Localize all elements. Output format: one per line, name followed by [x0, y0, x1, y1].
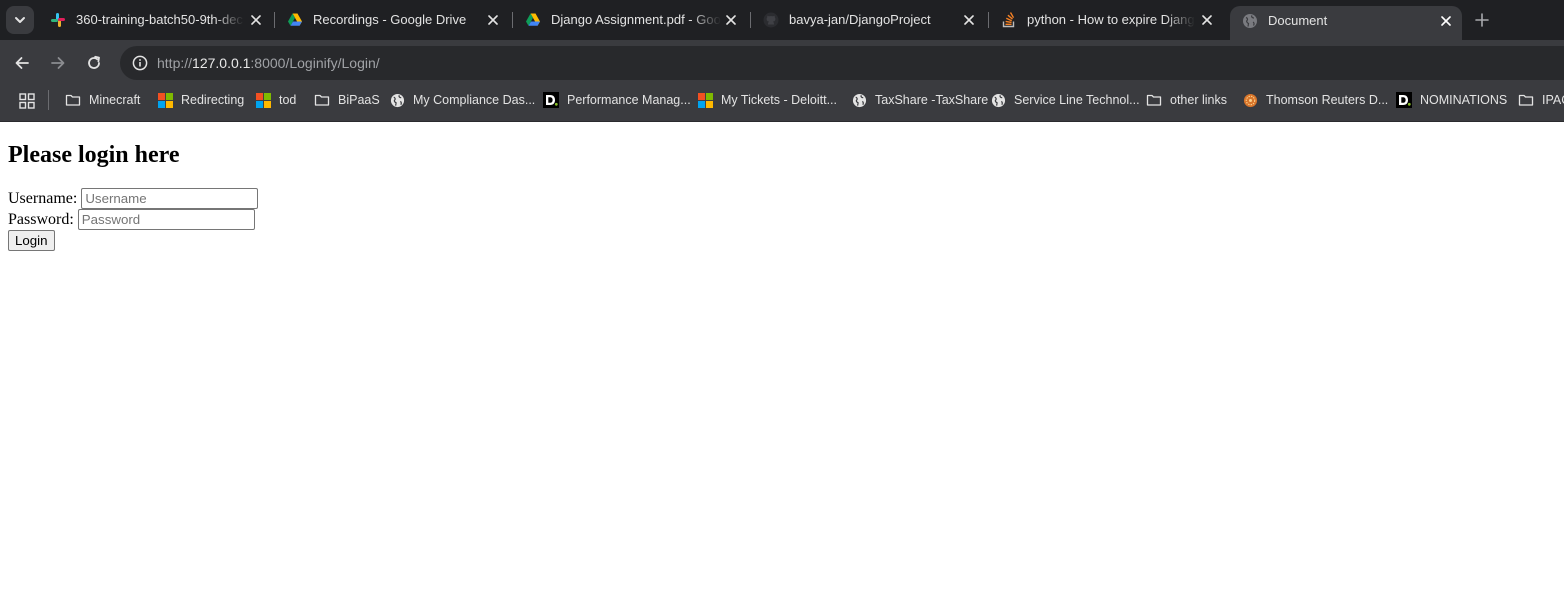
bookmark-label: BiPaaS	[338, 93, 380, 107]
globe-icon	[851, 92, 867, 108]
thomson-reuters-icon	[1242, 92, 1258, 108]
tab-title: Recordings - Google Drive	[313, 12, 467, 27]
github-icon	[763, 12, 779, 28]
page-content: Please login here Username: Password: Lo…	[0, 122, 1564, 610]
bookmark-label: Performance Manag...	[567, 93, 691, 107]
url-scheme: http://	[157, 55, 193, 71]
bookmark-taxshare[interactable]: TaxShare -TaxShare	[851, 86, 988, 114]
globe-icon	[990, 92, 1006, 108]
reload-icon	[88, 55, 100, 69]
folder-icon	[65, 92, 81, 108]
tab-title: Django Assignment.pdf - Google	[551, 12, 721, 27]
bookmark-label: other links	[1170, 93, 1227, 107]
deloitte-icon	[543, 92, 559, 108]
bookmark-nominations[interactable]: NOMINATIONS	[1396, 86, 1507, 114]
tab-title: 360-training-batch50-9th-dec-2	[76, 12, 244, 27]
arrow-right-icon	[51, 57, 65, 69]
bookmark-label: Minecraft	[89, 93, 141, 107]
deloitte-icon	[1396, 92, 1412, 108]
tab-title: python - How to expire Django	[1027, 12, 1195, 27]
globe-icon	[1243, 14, 1257, 28]
page-title: Please login here	[8, 142, 180, 168]
bookmark-bipaas[interactable]: BiPaaS	[314, 86, 380, 114]
username-row: Username:	[8, 188, 259, 209]
tab-title: bavya-jan/DjangoProject	[789, 12, 931, 27]
bookmark-minecraft[interactable]: Minecraft	[65, 86, 140, 114]
microsoft-icon	[157, 92, 173, 108]
folder-icon	[314, 92, 330, 108]
close-icon[interactable]	[723, 12, 739, 28]
microsoft-icon	[697, 92, 713, 108]
tab-search-button[interactable]	[6, 6, 34, 34]
login-button[interactable]: Login	[8, 230, 55, 251]
tab-stackoverflow[interactable]: python - How to expire Django	[989, 0, 1225, 40]
username-input[interactable]	[81, 188, 259, 209]
tab-django-assignment[interactable]: Django Assignment.pdf - Google	[513, 0, 749, 40]
close-icon[interactable]	[248, 12, 264, 28]
site-info-button[interactable]	[128, 51, 152, 75]
tab-github[interactable]: bavya-jan/DjangoProject	[751, 0, 987, 40]
password-label: Password:	[8, 210, 74, 228]
close-icon[interactable]	[1438, 13, 1454, 29]
bookmark-ipac[interactable]: IPAC	[1518, 86, 1564, 114]
slack-icon	[51, 13, 65, 27]
info-icon	[132, 55, 148, 71]
bookmark-my-tickets[interactable]: My Tickets - Deloitt...	[697, 86, 837, 114]
tab-slack[interactable]: 360-training-batch50-9th-dec-2	[38, 0, 274, 40]
bookmarks-divider	[48, 90, 49, 110]
back-button[interactable]	[10, 51, 34, 75]
bookmark-label: NOMINATIONS	[1420, 93, 1508, 107]
apps-grid-icon[interactable]	[19, 93, 35, 109]
globe-icon	[389, 92, 405, 108]
bookmarks-bar: Minecraft Redirecting tod BiPaaS My Comp…	[0, 86, 1564, 122]
username-label: Username:	[8, 189, 78, 207]
bookmark-label: Redirecting	[181, 93, 245, 107]
close-icon[interactable]	[961, 12, 977, 28]
bookmark-my-compliance[interactable]: My Compliance Das...	[389, 86, 535, 114]
folder-icon	[1146, 92, 1162, 108]
bookmark-label: Thomson Reuters D...	[1266, 93, 1389, 107]
reload-button[interactable]	[82, 51, 106, 75]
tab-title: Document	[1268, 13, 1328, 28]
close-icon[interactable]	[1199, 12, 1215, 28]
url-path: :8000/Loginify/Login/	[250, 55, 380, 71]
microsoft-icon	[255, 92, 271, 108]
browser-toolbar: http://127.0.0.1:8000/Loginify/Login/	[0, 40, 1564, 86]
bookmark-performance[interactable]: Performance Manag...	[543, 86, 691, 114]
bookmark-other-links[interactable]: other links	[1146, 86, 1227, 114]
tab-document[interactable]: Document	[1230, 6, 1462, 40]
url-host: 127.0.0.1	[192, 55, 251, 71]
tab-strip: 360-training-batch50-9th-dec-2 Recording…	[0, 0, 1564, 40]
bookmark-redirecting[interactable]: Redirecting	[157, 86, 244, 114]
bookmark-label: IPAC	[1542, 93, 1564, 107]
folder-icon	[1518, 92, 1534, 108]
address-bar[interactable]: http://127.0.0.1:8000/Loginify/Login/	[120, 46, 1564, 80]
stackoverflow-icon	[1002, 12, 1015, 28]
password-row: Password:	[8, 209, 255, 230]
google-drive-icon	[526, 13, 540, 26]
bookmark-label: tod	[279, 93, 297, 107]
bookmark-thomson-reuters[interactable]: Thomson Reuters D...	[1242, 86, 1388, 114]
chevron-down-icon	[15, 17, 25, 23]
plus-icon	[1475, 13, 1489, 27]
bookmark-service-line[interactable]: Service Line Technol...	[990, 86, 1140, 114]
close-icon[interactable]	[485, 12, 501, 28]
forward-button[interactable]	[46, 51, 70, 75]
bookmark-label: My Tickets - Deloitt...	[721, 93, 837, 107]
password-input[interactable]	[77, 209, 255, 230]
bookmark-label: Service Line Technol...	[1014, 93, 1140, 107]
bookmark-tod[interactable]: tod	[255, 86, 296, 114]
arrow-left-icon	[15, 57, 29, 69]
tab-recordings[interactable]: Recordings - Google Drive	[275, 0, 511, 40]
new-tab-button[interactable]	[1470, 8, 1494, 32]
url-text[interactable]: http://127.0.0.1:8000/Loginify/Login/	[157, 55, 380, 71]
bookmark-label: TaxShare -TaxShare	[875, 93, 989, 107]
bookmark-label: My Compliance Das...	[413, 93, 536, 107]
google-drive-icon	[288, 13, 302, 26]
